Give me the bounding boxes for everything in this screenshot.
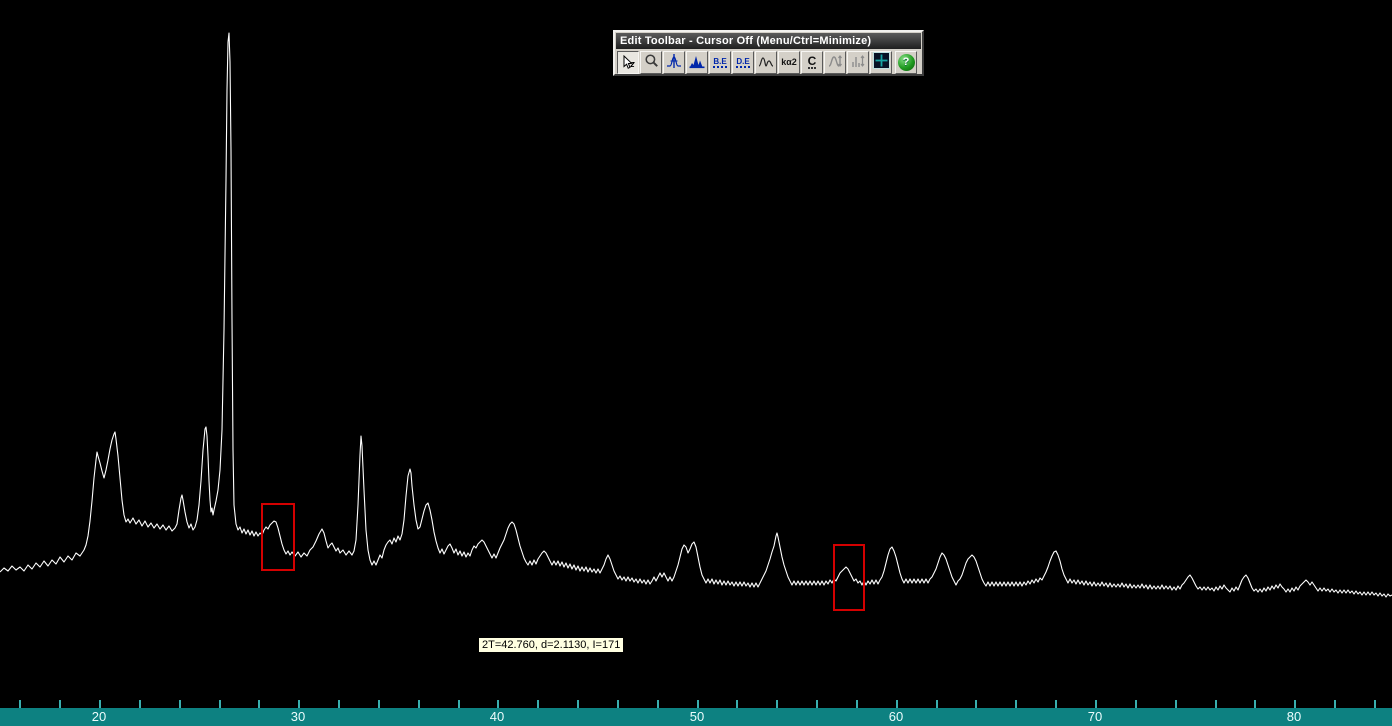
- axis-label: 20: [91, 709, 107, 724]
- zoom-button[interactable]: [640, 50, 662, 74]
- axis-tick: [178, 700, 181, 708]
- help-button[interactable]: ?: [895, 50, 917, 74]
- axis-tick: [377, 700, 380, 708]
- stretch-intensity-button: [824, 50, 846, 74]
- stretch-peak-icon: [827, 53, 843, 72]
- axis-tick: [1334, 700, 1337, 708]
- xrd-app-window: 2T=42.760, d=2.1130, I=171 Edit Toolbar …: [0, 0, 1392, 726]
- outline-peaks-icon: [758, 53, 774, 72]
- toolbar-button-row: z B.E D.E kα2 C ?: [616, 49, 921, 75]
- axis-tick: [1214, 700, 1217, 708]
- axis-tick: [616, 700, 619, 708]
- axis-tick: [1254, 700, 1257, 708]
- axis-tick: [258, 700, 261, 708]
- peak-cursor-icon: [666, 53, 682, 72]
- axis-tick: [1174, 700, 1177, 708]
- data-edit-icon: D.E: [736, 56, 750, 68]
- axis-tick: [816, 700, 819, 708]
- axis-tick: [19, 700, 22, 708]
- axis-tick: [1373, 700, 1376, 708]
- axis-tick: [138, 700, 141, 708]
- axis-tick: [577, 700, 580, 708]
- axis-label: 80: [1286, 709, 1302, 724]
- axis-tick: [895, 700, 898, 708]
- axis-tick: [1294, 700, 1297, 708]
- diffraction-trace-line: [0, 32, 1392, 598]
- axis-tick: [656, 700, 659, 708]
- ka2-strip-button[interactable]: kα2: [778, 50, 800, 74]
- axis-tick: [457, 700, 460, 708]
- axis-tick: [1134, 700, 1137, 708]
- axis-tick: [736, 700, 739, 708]
- tile-windows-icon: [872, 52, 890, 72]
- tile-windows-button[interactable]: [870, 50, 892, 74]
- axis-tick: [98, 700, 101, 708]
- axis-tick: [855, 700, 858, 708]
- compute-button[interactable]: C: [801, 50, 823, 74]
- cursor-readout-tooltip: 2T=42.760, d=2.1130, I=171: [478, 637, 625, 653]
- ka2-icon: kα2: [781, 57, 797, 67]
- axis-label: 40: [489, 709, 505, 724]
- profile-area-button[interactable]: [686, 50, 708, 74]
- edit-toolbar-window[interactable]: Edit Toolbar - Cursor Off (Menu/Ctrl=Min…: [613, 30, 924, 76]
- axis-tick: [776, 700, 779, 708]
- stretch-bars-button: [847, 50, 869, 74]
- axis-tick: [935, 700, 938, 708]
- selection-rectangle: [833, 544, 865, 611]
- toolbar-titlebar[interactable]: Edit Toolbar - Cursor Off (Menu/Ctrl=Min…: [616, 33, 921, 49]
- axis-tick: [497, 700, 500, 708]
- peak-cursor-button[interactable]: [663, 50, 685, 74]
- diffraction-trace-plot: [0, 32, 1392, 598]
- cursor-mode-button[interactable]: z: [617, 50, 639, 74]
- peak-outline-button[interactable]: [755, 50, 777, 74]
- background-edit-icon: B.E: [713, 56, 727, 68]
- axis-tick: [1094, 700, 1097, 708]
- axis-label: 50: [689, 709, 705, 724]
- axis-tick: [338, 700, 341, 708]
- axis-tick: [537, 700, 540, 708]
- axis-tick: [218, 700, 221, 708]
- axis-tick: [59, 700, 62, 708]
- background-edit-button[interactable]: B.E: [709, 50, 731, 74]
- axis-tick: [298, 700, 301, 708]
- axis-label: 30: [290, 709, 306, 724]
- axis-tick: [975, 700, 978, 708]
- axis-tick: [1015, 700, 1018, 708]
- selection-rectangle: [261, 503, 295, 571]
- axis-tick: [1055, 700, 1058, 708]
- axis-tick: [696, 700, 699, 708]
- axis-tick: [417, 700, 420, 708]
- filled-peaks-icon: [689, 53, 705, 72]
- magnifier-icon: [644, 53, 659, 71]
- axis-label: 70: [1087, 709, 1103, 724]
- axis-label: 60: [888, 709, 904, 724]
- help-icon: ?: [897, 53, 915, 71]
- cursor-z-icon: z: [621, 54, 635, 70]
- compute-icon: C: [807, 53, 817, 69]
- stretch-bars-icon: [850, 53, 866, 72]
- data-edit-button[interactable]: D.E: [732, 50, 754, 74]
